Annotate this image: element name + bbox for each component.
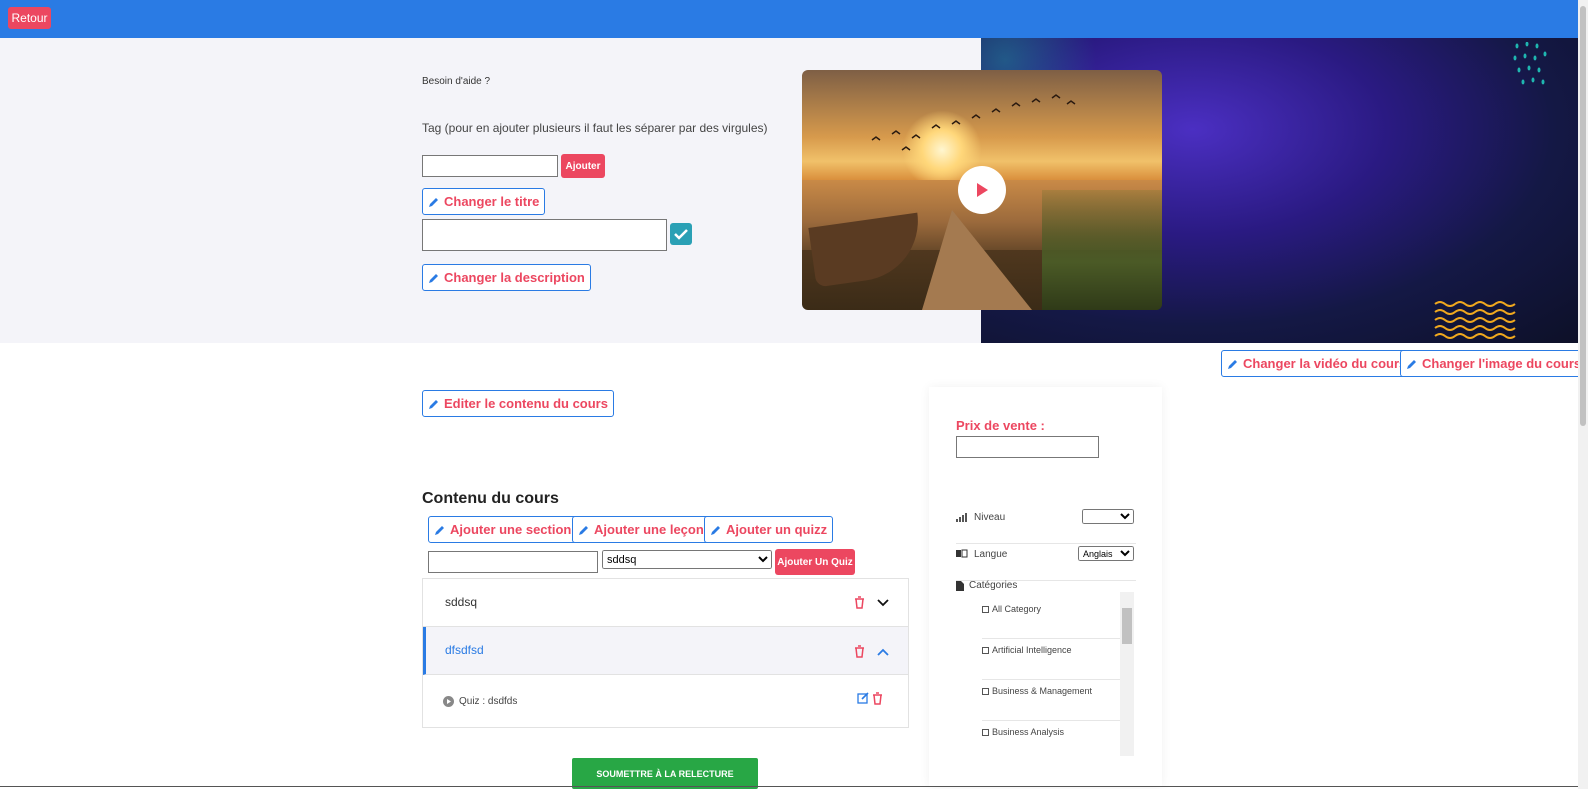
change-image-label: Changer l'image du cours xyxy=(1422,356,1582,371)
top-bar: Retour xyxy=(0,0,1588,38)
confirm-title-button[interactable] xyxy=(670,223,692,245)
category-label: Business & Management xyxy=(992,686,1093,696)
change-description-label: Changer la description xyxy=(444,270,585,285)
change-video-label: Changer la vidéo du cours xyxy=(1243,356,1407,371)
trash-icon[interactable] xyxy=(854,596,865,609)
course-content-title: Contenu du cours xyxy=(422,490,559,507)
change-title-label: Changer le titre xyxy=(444,194,540,209)
category-item[interactable]: All Category xyxy=(982,598,1124,639)
birds-icon xyxy=(871,94,1076,151)
pencil-icon xyxy=(435,525,444,535)
add-lesson-button[interactable]: Ajouter une leçon xyxy=(572,516,710,543)
language-label: Langue xyxy=(974,549,1008,560)
tag-input[interactable] xyxy=(422,155,558,177)
category-label: Business Analysis xyxy=(992,727,1065,737)
change-image-button[interactable]: Changer l'image du cours xyxy=(1400,350,1588,377)
categories-list: All Category Artificial Intelligence Bus… xyxy=(982,598,1124,760)
pencil-icon xyxy=(429,197,438,207)
decorative-waves-icon xyxy=(1434,301,1516,339)
quiz-title: Quiz : dsdfds xyxy=(459,696,518,707)
edit-content-button[interactable]: Editer le contenu du cours xyxy=(422,390,614,417)
scroll-thumb[interactable] xyxy=(1122,608,1132,644)
add-section-label: Ajouter une section xyxy=(450,522,572,537)
dock-shape xyxy=(922,210,1032,310)
pencil-icon xyxy=(1228,359,1237,369)
pencil-icon xyxy=(579,525,588,535)
section-select[interactable]: sddsq xyxy=(602,550,772,569)
language-select[interactable]: Anglais xyxy=(1078,546,1134,561)
change-description-button[interactable]: Changer la description xyxy=(422,264,591,291)
add-lesson-label: Ajouter une leçon xyxy=(594,522,704,537)
edit-icon[interactable] xyxy=(857,692,869,704)
checkbox[interactable] xyxy=(982,647,989,654)
change-video-button[interactable]: Changer la vidéo du cours xyxy=(1221,350,1413,377)
add-quiz-tab-button[interactable]: Ajouter un quizz xyxy=(704,516,834,543)
translate-icon xyxy=(956,549,968,558)
add-section-button[interactable]: Ajouter une section xyxy=(428,516,578,543)
pencil-icon xyxy=(429,399,438,409)
level-select[interactable] xyxy=(1082,509,1134,524)
edit-content-label: Editer le contenu du cours xyxy=(444,396,608,411)
categories-block: Catégories All Category Artificial Intel… xyxy=(956,578,1136,764)
play-icon xyxy=(977,183,988,197)
tag-label: Tag (pour en ajouter plusieurs il faut l… xyxy=(422,121,768,135)
file-icon xyxy=(956,581,964,591)
bottom-divider xyxy=(0,786,1578,787)
course-video-thumbnail[interactable] xyxy=(802,70,1162,310)
category-item[interactable]: Business Analysis xyxy=(982,721,1124,760)
price-label: Prix de vente : xyxy=(956,418,1045,433)
back-button[interactable]: Retour xyxy=(8,7,51,29)
price-input[interactable] xyxy=(956,436,1099,458)
section-title: dfsdfsd xyxy=(445,643,484,657)
add-quiz-tab-label: Ajouter un quizz xyxy=(726,522,828,537)
checkbox[interactable] xyxy=(982,729,989,736)
play-circle-icon xyxy=(443,696,454,707)
title-input[interactable] xyxy=(422,219,667,251)
section-title: sddsq xyxy=(445,595,478,609)
category-item[interactable]: Artificial Intelligence xyxy=(982,639,1124,680)
section-row-active[interactable]: dfsdfsd xyxy=(423,627,908,675)
play-button[interactable] xyxy=(958,166,1006,214)
checkbox[interactable] xyxy=(982,688,989,695)
trash-icon[interactable] xyxy=(854,645,865,658)
category-item[interactable]: Business & Management xyxy=(982,680,1124,721)
checkbox[interactable] xyxy=(982,606,989,613)
categories-scrollbar[interactable] xyxy=(1120,592,1134,756)
pencil-icon xyxy=(1407,359,1416,369)
pencil-icon xyxy=(429,273,438,283)
language-row: Langue Anglais xyxy=(956,545,1136,581)
sections-accordion: sddsq dfsdfsd Quiz : dsdfds xyxy=(422,578,909,728)
signal-bars-icon xyxy=(956,513,967,522)
section-row[interactable]: sddsq xyxy=(423,579,908,627)
decorative-dots-icon xyxy=(1513,42,1547,85)
quiz-list-item[interactable]: Quiz : dsdfds xyxy=(423,676,908,727)
category-label: Artificial Intelligence xyxy=(992,645,1072,655)
grass-shape xyxy=(1042,190,1162,310)
level-label: Niveau xyxy=(974,512,1006,523)
submit-review-button[interactable]: SOUMETTRE À LA RELECTURE xyxy=(572,758,758,789)
category-label: All Category xyxy=(992,604,1042,614)
chevron-down-icon[interactable] xyxy=(877,599,889,607)
trash-icon[interactable] xyxy=(872,692,883,705)
add-tag-button[interactable]: Ajouter xyxy=(561,154,605,178)
change-title-button[interactable]: Changer le titre xyxy=(422,188,546,215)
chevron-up-icon[interactable] xyxy=(877,648,889,656)
check-icon xyxy=(674,229,688,240)
categories-label: Catégories xyxy=(969,580,1018,591)
add-quiz-button[interactable]: Ajouter Un Quiz xyxy=(775,549,855,575)
help-link[interactable]: Besoin d'aide ? xyxy=(422,76,490,87)
page-scrollbar[interactable] xyxy=(1578,0,1588,789)
level-row: Niveau xyxy=(956,508,1136,544)
pencil-icon xyxy=(711,525,720,535)
page-scroll-thumb[interactable] xyxy=(1580,6,1586,426)
quiz-name-input[interactable] xyxy=(428,551,598,573)
